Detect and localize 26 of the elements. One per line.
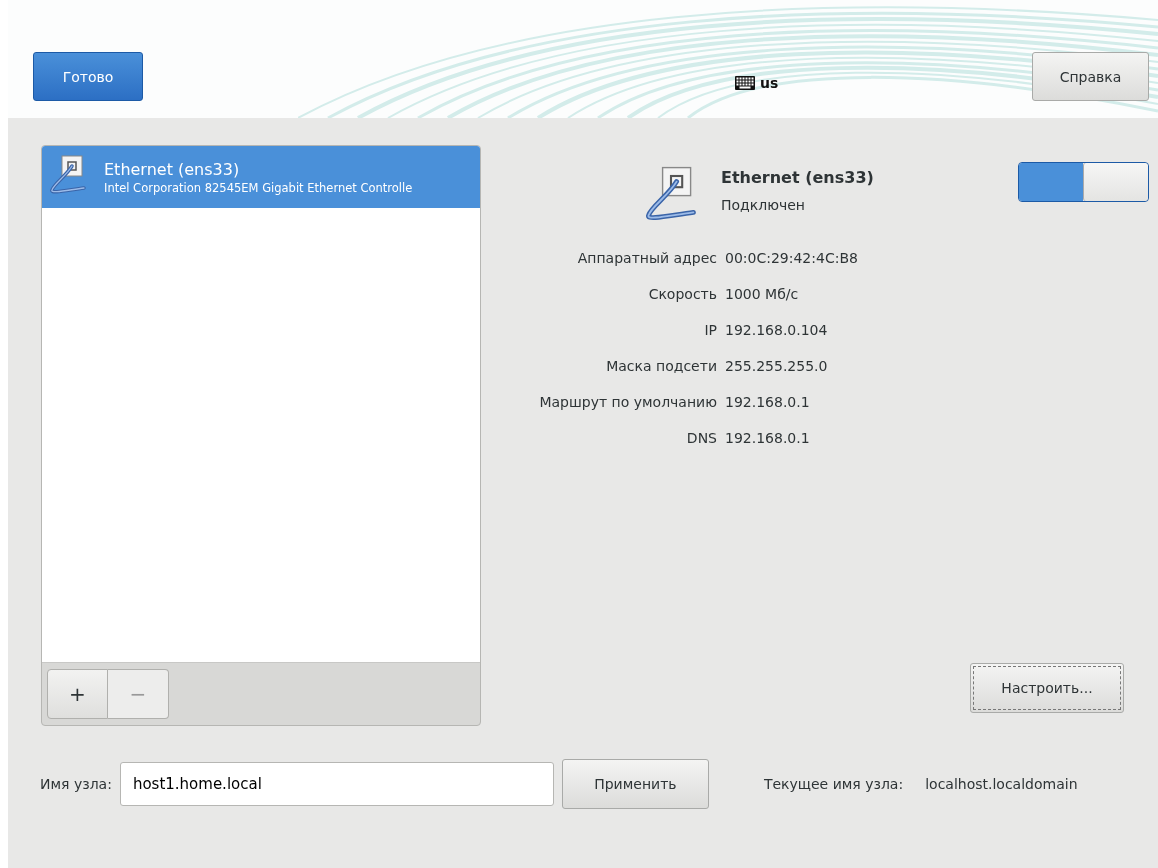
- property-value: 00:0C:29:42:4C:B8: [725, 250, 858, 266]
- property-value: 192.168.0.1: [725, 430, 810, 446]
- connection-status: Подключен: [721, 197, 806, 213]
- property-value: 192.168.0.104: [725, 322, 828, 338]
- configure-button[interactable]: Настроить...: [970, 663, 1124, 713]
- hostname-label: Имя узла:: [40, 776, 112, 792]
- property-label: IP: [704, 322, 717, 338]
- keyboard-layout[interactable]: us: [760, 75, 779, 91]
- done-button[interactable]: Готово: [33, 52, 143, 101]
- connection-title: Ethernet (ens33): [721, 168, 874, 187]
- property-value: 255.255.255.0: [725, 358, 828, 374]
- current-hostname-label: Текущее имя узла:: [763, 776, 904, 792]
- property-label: Скорость: [648, 286, 717, 302]
- keyboard-icon: [735, 76, 755, 90]
- add-button[interactable]: +: [47, 669, 108, 719]
- property-label: Маршрут по умолчанию: [539, 394, 717, 410]
- property-label: Маска подсети: [606, 358, 717, 374]
- property-label: DNS: [686, 430, 717, 446]
- help-button[interactable]: Справка: [1032, 52, 1149, 101]
- apply-button[interactable]: Применить: [561, 759, 709, 809]
- property-value: 192.168.0.1: [725, 394, 810, 410]
- hostname-field[interactable]: host1.home.local: [119, 762, 554, 806]
- connection-switch[interactable]: [1018, 162, 1149, 202]
- property-label: Аппаратный адрес: [577, 250, 717, 266]
- current-hostname-value: localhost.localdomain: [925, 776, 1078, 792]
- property-value: 1000 Мб/с: [725, 286, 799, 302]
